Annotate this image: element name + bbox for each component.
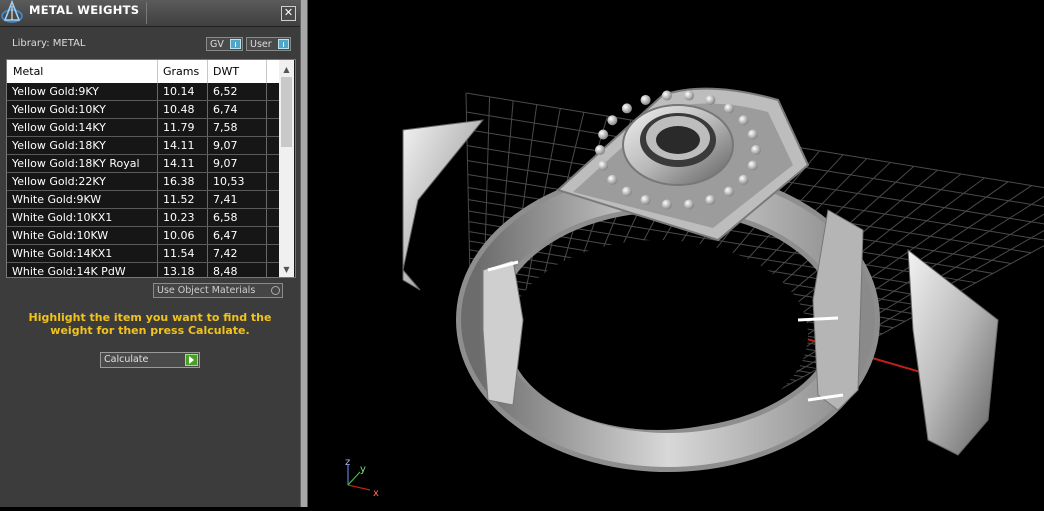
column-divider xyxy=(207,60,208,83)
scroll-up-icon[interactable]: ▲ xyxy=(279,62,294,77)
axis-gizmo: z y x xyxy=(345,457,379,499)
grams-cell: 10.06 xyxy=(163,229,195,242)
calculate-button[interactable]: Calculate xyxy=(100,352,200,368)
column-header-metal[interactable]: Metal xyxy=(13,65,43,78)
dwt-cell: 7,58 xyxy=(213,121,238,134)
gv-toggle[interactable]: GV xyxy=(206,37,243,51)
metal-cell: Yellow Gold:9KY xyxy=(12,85,99,98)
grams-cell: 16.38 xyxy=(163,175,195,188)
grams-cell: 10.23 xyxy=(163,211,195,224)
dwt-cell: 10,53 xyxy=(213,175,245,188)
dwt-cell: 6,58 xyxy=(213,211,238,224)
scroll-down-icon[interactable]: ▼ xyxy=(279,262,294,277)
table-row[interactable]: Yellow Gold:22KY 16.38 10,53 xyxy=(7,173,279,191)
metal-cell: White Gold:9KW xyxy=(12,193,102,206)
instruction-text: Highlight the item you want to find the … xyxy=(28,311,272,337)
metal-cell: Yellow Gold:10KY xyxy=(12,103,106,116)
grams-cell: 11.54 xyxy=(163,247,195,260)
grams-cell: 10.48 xyxy=(163,103,195,116)
metal-cell: Yellow Gold:18KY Royal xyxy=(12,157,140,170)
gv-toggle-switch-icon xyxy=(230,39,241,49)
panel-splitter[interactable] xyxy=(300,0,308,507)
dwt-cell: 6,52 xyxy=(213,85,238,98)
metal-table: Metal Grams DWT Yellow Gold:9KY 10.14 6,52… xyxy=(6,59,296,278)
table-row[interactable]: White Gold:9KW 11.52 7,41 xyxy=(7,191,279,209)
metal-cell: White Gold:14K PdW xyxy=(12,265,126,278)
metal-cell: Yellow Gold:14KY xyxy=(12,121,106,134)
panel-title: METAL WEIGHTS xyxy=(29,3,140,17)
metal-cell: Yellow Gold:22KY xyxy=(12,175,106,188)
close-button[interactable]: ✕ xyxy=(281,6,296,21)
dwt-cell: 9,07 xyxy=(213,139,238,152)
z-axis-label: z xyxy=(345,457,350,468)
calculate-label: Calculate xyxy=(104,354,149,365)
grams-cell: 11.52 xyxy=(163,193,195,206)
panel-titlebar[interactable]: METAL WEIGHTS ✕ xyxy=(0,0,300,27)
user-toggle-label: User xyxy=(250,39,272,50)
dwt-cell: 6,47 xyxy=(213,229,238,242)
y-axis-label: y xyxy=(360,464,366,475)
table-row[interactable]: Yellow Gold:10KY 10.48 6,74 xyxy=(7,101,279,119)
table-row[interactable]: Yellow Gold:18KY 14.11 9,07 xyxy=(7,137,279,155)
app-logo-icon xyxy=(0,0,24,26)
grams-cell: 11.79 xyxy=(163,121,195,134)
table-row[interactable]: Yellow Gold:9KY 10.14 6,52 xyxy=(7,83,279,101)
table-rows: Yellow Gold:9KY 10.14 6,52 Yellow Gold:10K… xyxy=(7,83,279,278)
column-divider xyxy=(157,60,158,83)
column-divider xyxy=(266,60,267,83)
metal-cell: Yellow Gold:18KY xyxy=(12,139,106,152)
dwt-cell: 6,74 xyxy=(213,103,238,116)
scrollbar-thumb[interactable] xyxy=(281,77,292,147)
column-header-grams[interactable]: Grams xyxy=(163,65,199,78)
user-toggle-switch-icon xyxy=(278,39,289,49)
metal-cell: White Gold:10KX1 xyxy=(12,211,113,224)
table-row[interactable]: White Gold:10KW 10.06 6,47 xyxy=(7,227,279,245)
table-scrollbar[interactable]: ▲ ▼ xyxy=(279,60,294,277)
metal-weights-panel: METAL WEIGHTS ✕ Library: METAL GV User M… xyxy=(0,0,300,507)
use-object-materials-label: Use Object Materials xyxy=(157,285,256,296)
dwt-cell: 7,42 xyxy=(213,247,238,260)
grams-cell: 14.11 xyxy=(163,139,195,152)
library-label: Library: METAL xyxy=(12,38,86,49)
3d-viewport[interactable]: z y x xyxy=(308,0,1044,507)
grams-cell: 10.14 xyxy=(163,85,195,98)
table-header: Metal Grams DWT xyxy=(7,60,279,83)
viewport-scene: z y x xyxy=(345,87,1044,499)
table-row[interactable]: White Gold:14K PdW 13.18 8,48 xyxy=(7,263,279,278)
dwt-cell: 8,48 xyxy=(213,265,238,278)
metal-cell: White Gold:10KW xyxy=(12,229,109,242)
metal-cell: White Gold:14KX1 xyxy=(12,247,113,260)
table-row[interactable]: White Gold:14KX1 11.54 7,42 xyxy=(7,245,279,263)
play-arrow-icon xyxy=(185,354,198,366)
radio-icon xyxy=(271,286,280,295)
table-row[interactable]: White Gold:10KX1 10.23 6,58 xyxy=(7,209,279,227)
table-row[interactable]: Yellow Gold:14KY 11.79 7,58 xyxy=(7,119,279,137)
dwt-cell: 7,41 xyxy=(213,193,238,206)
user-toggle[interactable]: User xyxy=(246,37,291,51)
use-object-materials-toggle[interactable]: Use Object Materials xyxy=(153,283,283,298)
title-divider xyxy=(146,2,147,24)
x-axis-label: x xyxy=(373,488,379,499)
grams-cell: 13.18 xyxy=(163,265,195,278)
column-header-dwt[interactable]: DWT xyxy=(213,65,239,78)
grams-cell: 14.11 xyxy=(163,157,195,170)
gv-toggle-label: GV xyxy=(210,39,224,50)
table-row[interactable]: Yellow Gold:18KY Royal 14.11 9,07 xyxy=(7,155,279,173)
dwt-cell: 9,07 xyxy=(213,157,238,170)
